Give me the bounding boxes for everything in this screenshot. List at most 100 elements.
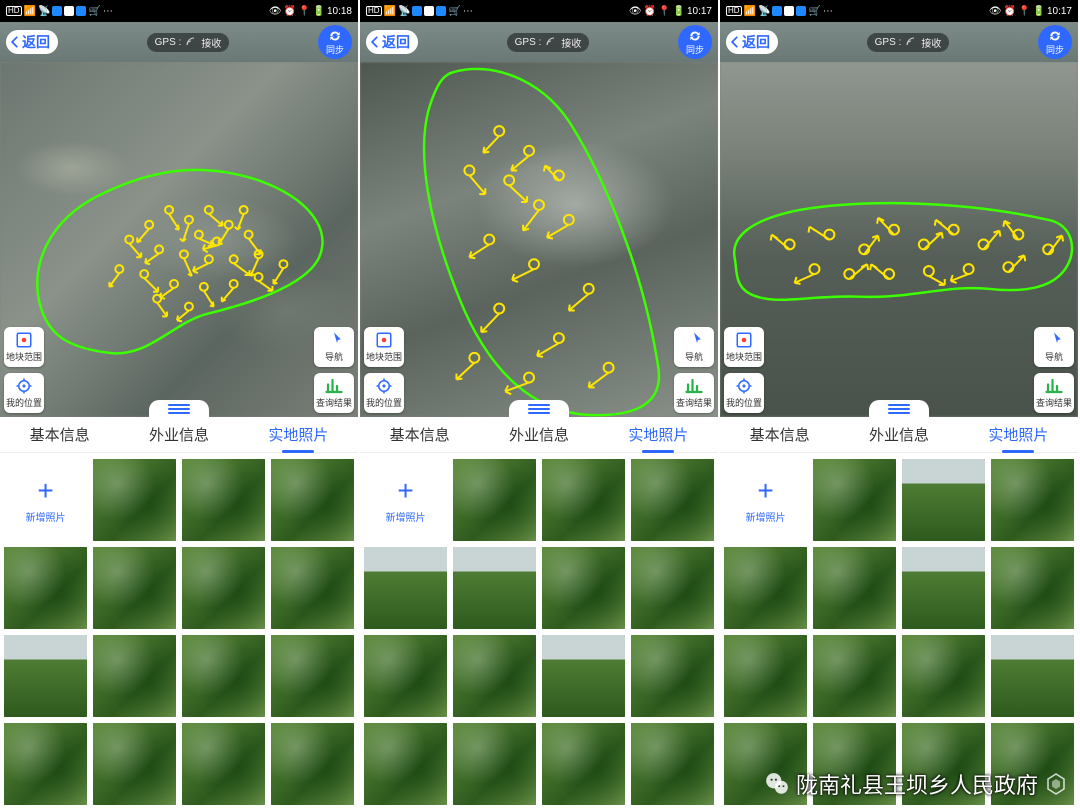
photo-thumb[interactable] [631,547,714,629]
tab-photo[interactable]: 实地照片 [264,420,332,449]
photo-thumb[interactable] [813,459,896,541]
plus-icon: + [757,477,773,505]
map-view[interactable]: 地块范围 我的位置 导航 查询结果 [720,62,1078,417]
photo-thumb[interactable] [4,635,87,717]
sync-button[interactable]: 同步 [318,25,352,59]
photo-thumb[interactable] [991,635,1074,717]
tab-photo[interactable]: 实地照片 [984,420,1052,449]
tab-field[interactable]: 外业信息 [505,420,573,449]
photo-thumb[interactable] [182,635,265,717]
photo-thumb[interactable] [631,459,714,541]
result-button[interactable]: 查询结果 [674,373,714,413]
nav-button[interactable]: 导航 [674,327,714,367]
extent-button[interactable]: 地块范围 [364,327,404,367]
photo-thumb[interactable] [453,547,536,629]
photo-thumb[interactable] [724,635,807,717]
nav-label: 导航 [685,350,703,363]
nav-button[interactable]: 导航 [314,327,354,367]
result-button[interactable]: 查询结果 [314,373,354,413]
photo-thumb[interactable] [991,547,1074,629]
photo-thumb[interactable] [453,459,536,541]
photo-thumb[interactable] [813,547,896,629]
photo-thumb[interactable] [542,723,625,805]
tab-basic[interactable]: 基本信息 [386,420,454,449]
photo-thumb[interactable] [271,547,354,629]
status-time: 10:17 [687,6,712,17]
add-photo-button[interactable]: + 新增照片 [4,459,87,541]
sheet-handle[interactable] [149,400,209,417]
photo-thumb[interactable] [271,635,354,717]
sheet-handle[interactable] [509,400,569,417]
add-photo-button[interactable]: +新增照片 [364,459,447,541]
photo-thumb[interactable] [724,547,807,629]
photo-thumb[interactable] [453,723,536,805]
detail-tabs: 基本信息 外业信息 实地照片 [720,417,1078,453]
photo-thumb[interactable] [271,459,354,541]
photo-thumb[interactable] [542,459,625,541]
photo-grid[interactable]: + 新增照片 [0,453,358,810]
photo-thumb[interactable] [724,723,807,805]
photo-thumb[interactable] [542,635,625,717]
location-icon: 📍 [1018,6,1030,17]
sync-button[interactable]: 同步 [678,25,712,59]
photo-thumb[interactable] [364,547,447,629]
add-photo-label: 新增照片 [386,509,426,524]
photo-thumb[interactable] [4,723,87,805]
photo-thumb[interactable] [182,459,265,541]
photo-thumb[interactable] [902,723,985,805]
mypos-button[interactable]: 我的位置 [364,373,404,413]
photo-thumb[interactable] [93,459,176,541]
photo-thumb[interactable] [182,547,265,629]
extent-label: 地块范围 [366,350,402,363]
cart-icon: 🛒 [88,6,100,17]
back-button[interactable]: 返回 [366,30,418,54]
extent-button[interactable]: 地块范围 [724,327,764,367]
tab-photo[interactable]: 实地照片 [624,420,692,449]
chevron-left-icon [368,35,382,49]
photo-thumb[interactable] [631,635,714,717]
add-photo-button[interactable]: +新增照片 [724,459,807,541]
back-button[interactable]: 返回 [6,30,58,54]
sync-button[interactable]: 同步 [1038,25,1072,59]
photo-thumb[interactable] [453,635,536,717]
nav-button[interactable]: 导航 [1034,327,1074,367]
status-bar: HD 📶 📡 🛒 ⋯ 👁 ⏰ 📍 🔋 10:17 [360,0,718,22]
tab-basic[interactable]: 基本信息 [746,420,814,449]
photo-grid[interactable]: +新增照片 [720,453,1078,810]
tab-field[interactable]: 外业信息 [145,420,213,449]
extent-button[interactable]: 地块范围 [4,327,44,367]
photo-thumb[interactable] [93,723,176,805]
photo-thumb[interactable] [902,459,985,541]
photo-thumb[interactable] [631,723,714,805]
photo-thumb[interactable] [182,723,265,805]
sheet-handle[interactable] [869,400,929,417]
mypos-button[interactable]: 我的位置 [4,373,44,413]
map-view[interactable]: 地块范围 我的位置 导航 查询结果 [0,62,358,417]
photo-thumb[interactable] [902,547,985,629]
photo-thumb[interactable] [364,723,447,805]
photo-thumb[interactable] [364,635,447,717]
photo-thumb[interactable] [542,547,625,629]
detail-tabs: 基本信息 外业信息 实地照片 [360,417,718,453]
tab-field[interactable]: 外业信息 [865,420,933,449]
app-badge-icon [796,6,806,16]
photo-thumb[interactable] [813,723,896,805]
photo-thumb[interactable] [93,547,176,629]
photo-thumb[interactable] [271,723,354,805]
tab-basic[interactable]: 基本信息 [26,420,94,449]
map-right-buttons: 导航 查询结果 [314,327,354,413]
photo-thumb[interactable] [4,547,87,629]
wifi-icon: 📡 [758,6,770,17]
back-button[interactable]: 返回 [726,30,778,54]
photo-thumb[interactable] [991,723,1074,805]
photo-thumb[interactable] [813,635,896,717]
chart-icon [325,377,343,395]
mypos-button[interactable]: 我的位置 [724,373,764,413]
result-button[interactable]: 查询结果 [1034,373,1074,413]
map-view[interactable]: 地块范围 我的位置 导航 查询结果 [360,62,718,417]
photo-thumb[interactable] [991,459,1074,541]
photo-grid[interactable]: +新增照片 [360,453,718,810]
photo-thumb[interactable] [902,635,985,717]
photo-thumb[interactable] [93,635,176,717]
phone-screen-2: HD 📶 📡 🛒 ⋯ 👁 ⏰ 📍 🔋 10:17 返回 GPS : 接收 [360,0,720,810]
